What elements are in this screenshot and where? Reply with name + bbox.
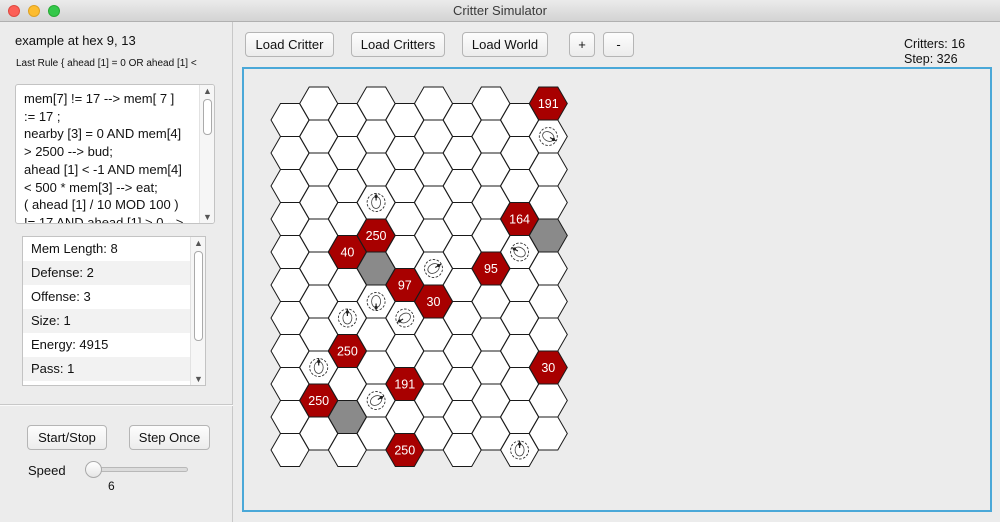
stat-size[interactable]: Size: 1: [23, 309, 205, 333]
step-once-button[interactable]: Step Once: [129, 425, 210, 450]
step-count: Step: 326: [904, 52, 958, 66]
program-line: < 500 * mem[3] --> eat;: [24, 179, 158, 195]
stat-mem-length[interactable]: Mem Length: 8: [23, 237, 205, 261]
scroll-down-icon[interactable]: ▼: [200, 212, 214, 222]
speed-value: 6: [108, 479, 115, 493]
world-status: Critters: 16 Step: 326: [904, 37, 965, 67]
hex-info-label: example at hex 9, 13: [15, 33, 136, 48]
scroll-thumb[interactable]: [194, 251, 203, 341]
critter-icon[interactable]: [510, 440, 530, 460]
hex-grid[interactable]: 250 40 250 250 97 191 250 30 95 164 191 30: [244, 69, 990, 510]
stat-defense[interactable]: Defense: 2: [23, 261, 205, 285]
stat-offense[interactable]: Offense: 3: [23, 285, 205, 309]
program-line: ( ahead [1] / 10 MOD 100 ): [24, 197, 179, 213]
program-text-area[interactable]: mem[7] != 17 --> mem[ 7 ] := 17 ; nearby […: [15, 84, 215, 224]
stat-pass[interactable]: Pass: 1: [23, 357, 205, 381]
scroll-down-icon[interactable]: ▼: [191, 374, 205, 384]
load-critters-button[interactable]: Load Critters: [351, 32, 445, 57]
food-amount-label: 164: [509, 213, 530, 227]
program-line: > 2500 --> bud;: [24, 144, 113, 160]
world-view[interactable]: 250 40 250 250 97 191 250 30 95 164 191 30: [242, 67, 992, 512]
critter-icon[interactable]: [366, 292, 386, 311]
food-amount-label: 30: [541, 361, 555, 375]
program-line: != 17 AND ahead [1] > 0 -->: [24, 214, 184, 224]
speed-slider-thumb[interactable]: [85, 461, 102, 478]
panel-divider: [0, 404, 233, 406]
food-amount-label: 191: [538, 97, 559, 111]
stat-energy[interactable]: Energy: 4915: [23, 333, 205, 357]
last-rule-label: Last Rule { ahead [1] = 0 OR ahead [1] <: [16, 58, 197, 69]
window-title: Critter Simulator: [453, 3, 547, 18]
zoom-out-button[interactable]: -: [603, 32, 634, 57]
food-amount-label: 40: [340, 246, 354, 260]
stats-scrollbar[interactable]: ▲ ▼: [190, 237, 205, 385]
critter-icon[interactable]: [309, 358, 329, 377]
program-line: nearby [3] = 0 AND mem[4]: [24, 126, 182, 142]
critter-count: Critters: 16: [904, 37, 966, 51]
food-amount-label: 250: [308, 394, 329, 408]
food-amount-label: 191: [394, 378, 415, 392]
zoom-in-button[interactable]: +: [569, 32, 595, 57]
load-critter-button[interactable]: Load Critter: [245, 32, 334, 57]
critter-icon[interactable]: [366, 193, 386, 212]
food-amount-label: 95: [484, 262, 498, 276]
left-panel: example at hex 9, 13 Last Rule { ahead […: [0, 22, 233, 522]
load-world-button[interactable]: Load World: [462, 32, 548, 57]
food-amount-label: 30: [427, 295, 441, 309]
food-amount-label: 250: [366, 229, 387, 243]
program-line: ahead [1] < -1 AND mem[4]: [24, 161, 182, 177]
food-amount-label: 250: [337, 345, 358, 359]
food-amount-label: 250: [394, 444, 415, 458]
scroll-up-icon[interactable]: ▲: [191, 238, 205, 248]
critter-stats-list[interactable]: Mem Length: 8 Defense: 2 Offense: 3 Size…: [22, 236, 206, 386]
program-scrollbar[interactable]: ▲ ▼: [199, 85, 214, 223]
scroll-thumb[interactable]: [203, 99, 212, 135]
program-line: mem[7] != 17 --> mem[ 7 ]: [24, 91, 175, 106]
program-line: := 17 ;: [24, 108, 61, 124]
program-text[interactable]: mem[7] != 17 --> mem[ 7 ] := 17 ; nearby […: [24, 90, 199, 224]
critter-icon[interactable]: [337, 308, 357, 328]
start-stop-button[interactable]: Start/Stop: [27, 425, 107, 450]
food-amount-label: 97: [398, 279, 412, 293]
speed-label: Speed: [28, 463, 66, 478]
scroll-up-icon[interactable]: ▲: [200, 86, 214, 96]
title-bar: Critter Simulator: [0, 0, 1000, 22]
